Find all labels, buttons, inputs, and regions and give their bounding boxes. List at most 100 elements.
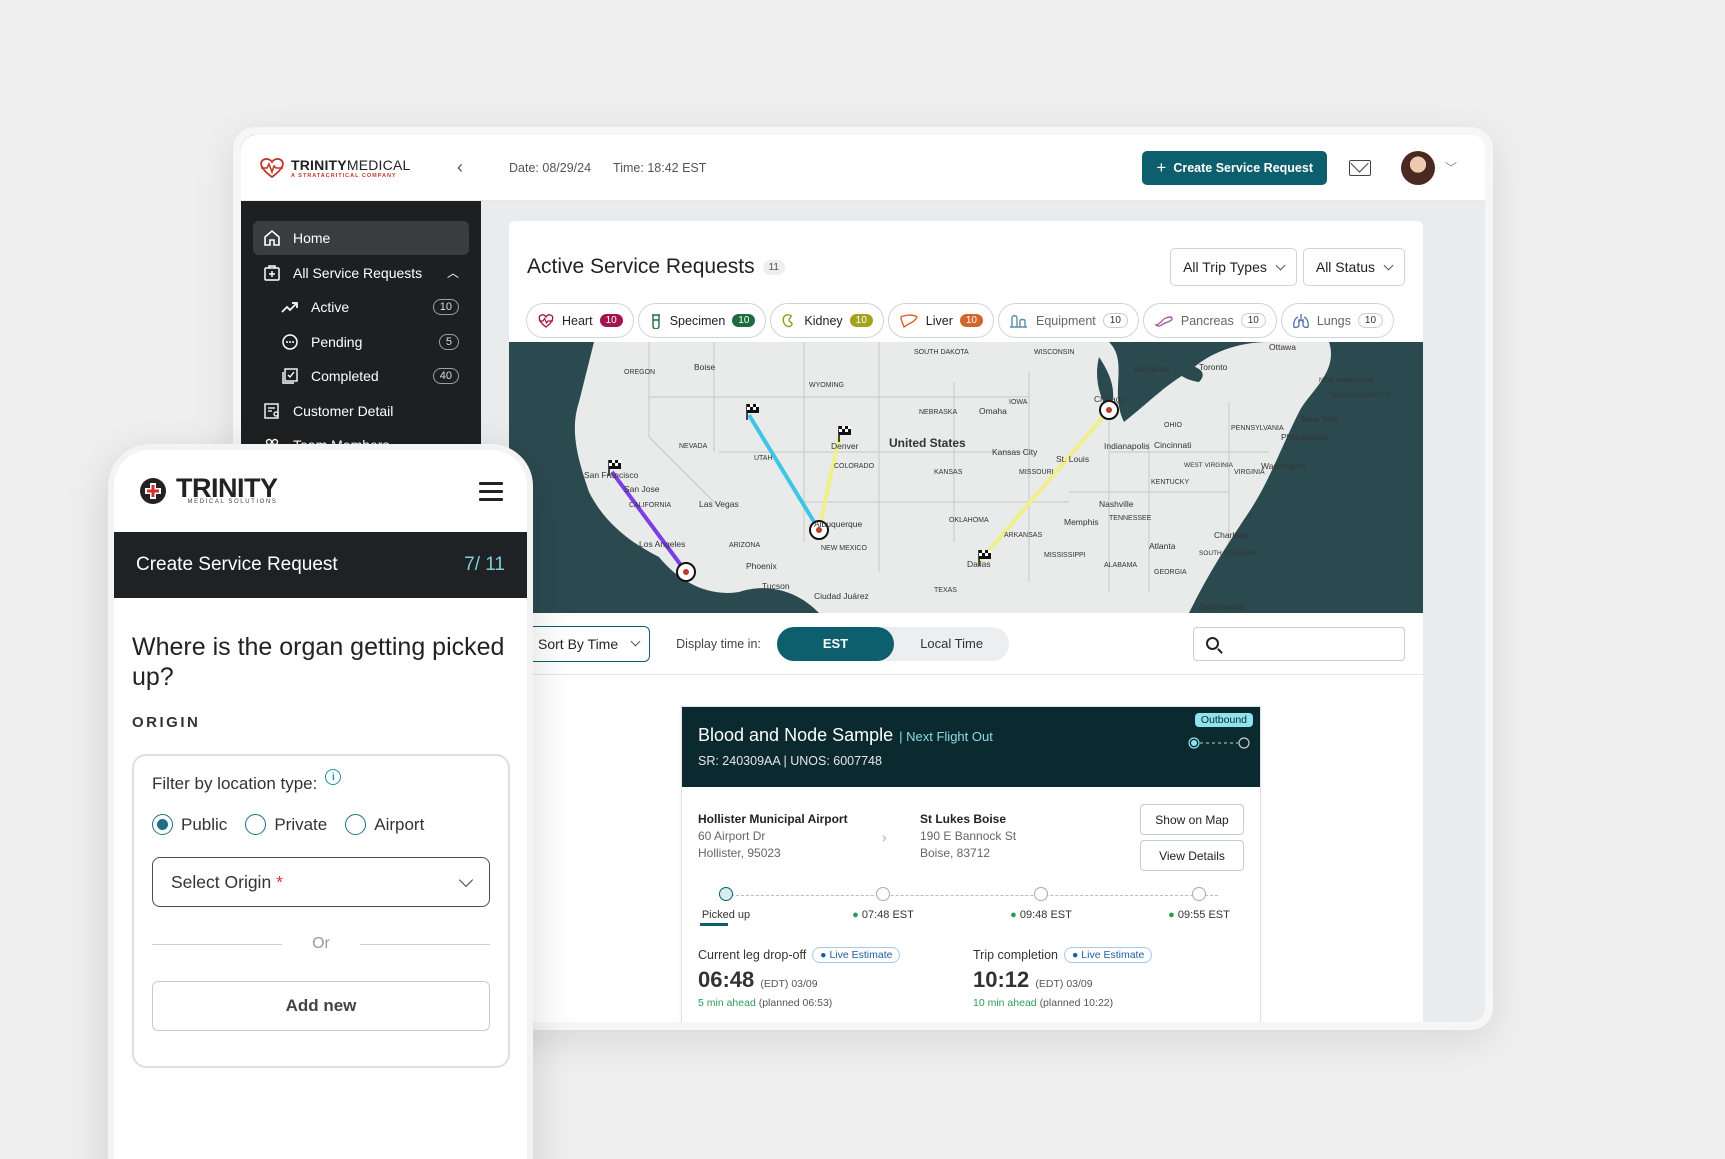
eta-zone: (EDT) 03/09 <box>760 978 818 990</box>
show-on-map-button[interactable]: Show on Map <box>1140 804 1244 835</box>
map-label: ARIZONA <box>729 542 760 549</box>
sort-dropdown[interactable]: Sort By Time <box>527 625 651 662</box>
chip-lungs[interactable]: Lungs 10 <box>1280 303 1395 338</box>
map-label: NEW MEXICO <box>821 545 867 552</box>
trip-progress-icon <box>1188 737 1250 749</box>
sidebar-item-pending[interactable]: Pending 5 <box>253 325 469 359</box>
date-value: 08/29/24 <box>542 160 592 175</box>
sidebar-item-home[interactable]: Home <box>253 221 469 255</box>
map-label: OKLAHOMA <box>949 517 989 524</box>
map-label: Atlanta <box>1149 541 1176 551</box>
select-origin-dropdown[interactable]: Select Origin * <box>152 857 490 907</box>
origin-pin-icon[interactable] <box>676 562 696 582</box>
chip-equipment[interactable]: Equipment 10 <box>998 303 1139 338</box>
count-badge: 40 <box>432 368 459 384</box>
search-icon <box>1206 637 1219 650</box>
sidebar-item-customer-detail[interactable]: Customer Detail <box>253 394 469 428</box>
map-label: Toronto <box>1199 362 1228 372</box>
or-text: Or <box>312 935 330 952</box>
avatar[interactable] <box>1400 150 1435 185</box>
count-badge: 5 <box>438 333 459 350</box>
map-label: St. Louis <box>1056 454 1089 464</box>
radio-private[interactable]: Private <box>245 814 327 835</box>
map-label: Albuquerque <box>814 519 862 529</box>
radio-label: Airport <box>374 814 425 834</box>
pending-icon <box>281 333 299 351</box>
map-label: IOWA <box>1009 399 1028 406</box>
chevron-up-icon[interactable]: ︿ <box>447 264 459 281</box>
collapse-sidebar-chevron-icon[interactable]: ‹ <box>457 157 463 178</box>
trip-title: Blood and Node Sample | Next Flight Out <box>698 725 1244 746</box>
brand-name: TRINITYMEDICAL <box>291 157 410 173</box>
sidebar-item-label: Completed <box>311 368 379 384</box>
live-estimate-badge: ● Live Estimate <box>812 947 901 963</box>
chip-count: 10 <box>1102 313 1128 328</box>
trip-types-dropdown[interactable]: All Trip Types <box>1170 248 1297 286</box>
home-icon <box>263 229 281 247</box>
mail-icon[interactable] <box>1348 159 1371 176</box>
chip-liver[interactable]: Liver 10 <box>887 303 994 338</box>
map-label: Washington <box>1261 461 1306 471</box>
chip-heart[interactable]: Heart 10 <box>526 303 634 338</box>
trip-addresses: Hollister Municipal Airport 60 Airport D… <box>682 787 1260 871</box>
chip-specimen[interactable]: Specimen 10 <box>637 303 767 338</box>
trip-types-label: All Trip Types <box>1183 259 1267 275</box>
hamburger-menu-icon[interactable] <box>479 481 503 501</box>
chevron-down-icon[interactable]: ﹀ <box>1445 159 1457 176</box>
radio-airport[interactable]: Airport <box>345 814 424 835</box>
live-estimate-text: Live Estimate <box>829 949 893 961</box>
map-label-us: United States <box>889 436 966 450</box>
map-label: Chicago <box>1094 394 1125 404</box>
sidebar-item-completed[interactable]: Completed 40 <box>253 359 469 393</box>
live-estimate-badge: ● Live Estimate <box>1064 947 1153 963</box>
step-counter: 7/ 11 <box>464 554 505 575</box>
origin-line1: 60 Airport Dr <box>698 829 766 843</box>
status-label: All Status <box>1315 259 1375 275</box>
mobile-brand-sub: MEDICAL SOLUTIONS <box>187 499 278 505</box>
trip-title-text: Blood and Node Sample <box>698 725 894 745</box>
create-service-request-button[interactable]: + Create Service Request <box>1142 150 1327 185</box>
time-label: Time: <box>613 160 644 175</box>
title-count-badge: 11 <box>762 259 785 275</box>
trip-ids: SR: 240309AA | UNOS: 6007748 <box>698 754 882 768</box>
map-label: KANSAS <box>934 469 963 476</box>
sidebar-nav: Home All Service Requests ︿ Active 10 Pe… <box>241 201 481 483</box>
completed-icon <box>281 367 299 385</box>
add-new-button[interactable]: Add new <box>152 981 490 1031</box>
main-content: Active Service Requests 11 All Trip Type… <box>481 201 1485 1022</box>
sidebar-item-all-service-requests[interactable]: All Service Requests ︿ <box>253 256 469 290</box>
direction-badge: Outbound <box>1194 713 1253 727</box>
map-label: ARKANSAS <box>1004 532 1042 539</box>
sidebar-item-label: Customer Detail <box>293 402 394 419</box>
or-divider: Or <box>152 935 490 953</box>
plus-icon: + <box>1156 157 1167 177</box>
trip-card[interactable]: Blood and Node Sample | Next Flight Out S… <box>681 706 1261 1022</box>
timeline-progress <box>700 923 728 926</box>
toggle-local-time[interactable]: Local Time <box>894 636 1009 651</box>
destination-address: St Lukes Boise 190 E Bannock St Boise, 8… <box>920 811 1142 862</box>
chip-kidney[interactable]: Kidney 10 <box>770 303 884 338</box>
chevron-down-icon <box>1383 260 1394 270</box>
car-icon <box>1034 887 1048 901</box>
eta-planned: (planned 06:53) <box>758 997 833 1009</box>
view-details-button[interactable]: View Details <box>1140 840 1244 871</box>
status-dropdown[interactable]: All Status <box>1302 248 1405 286</box>
radio-button[interactable] <box>152 814 173 835</box>
map-svg[interactable]: United States Ottawa Toronto MICHIGAN WI… <box>509 342 1423 613</box>
radio-button[interactable] <box>245 814 267 835</box>
chevron-down-icon <box>1275 260 1286 270</box>
map-label: Boise <box>694 362 716 372</box>
chip-pancreas[interactable]: Pancreas 10 <box>1142 303 1277 338</box>
radio-button[interactable] <box>345 814 367 835</box>
map-label: Cincinnati <box>1154 440 1191 450</box>
toggle-est[interactable]: EST <box>776 626 895 661</box>
map-label: Ciudad Juárez <box>814 591 869 601</box>
select-origin-placeholder: Select Origin <box>171 871 272 892</box>
route-map[interactable]: United States Ottawa Toronto MICHIGAN WI… <box>509 342 1423 613</box>
trip-subtitle: | Next Flight Out <box>899 729 993 744</box>
search-input[interactable] <box>1193 626 1405 661</box>
radio-public[interactable]: Public <box>152 814 227 835</box>
info-icon[interactable]: i <box>325 769 342 785</box>
sidebar-item-active[interactable]: Active 10 <box>253 290 469 324</box>
chip-count: 10 <box>1357 313 1384 328</box>
